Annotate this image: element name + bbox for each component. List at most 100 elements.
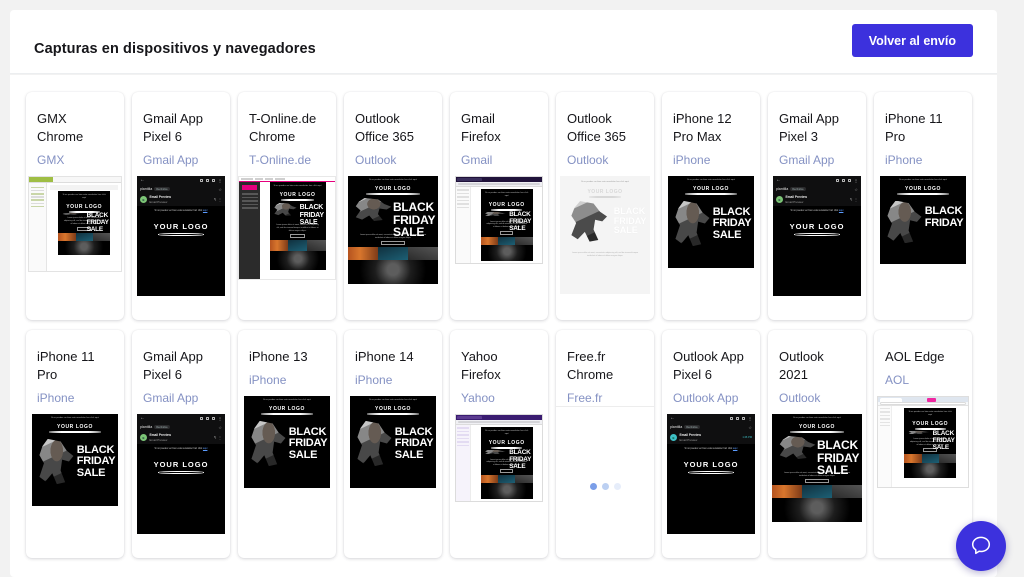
card-client: Outlook <box>355 153 397 167</box>
account-name: plantilla <box>140 187 153 191</box>
card-title: AOL Edge <box>885 349 945 364</box>
screenshot-card[interactable]: iPhone 11 Pro iPhone Si no puedes ver bi… <box>874 92 972 320</box>
screenshot-card[interactable]: Gmail Firefox Gmail Si no puedes ver bie… <box>450 92 548 320</box>
email-preheader: Si no puedes ver bien esta newsletter ha… <box>684 448 738 450</box>
card-title: iPhone 11 Pro <box>37 349 95 382</box>
card-client: Yahoo <box>461 391 495 405</box>
screenshot-card[interactable]: T-Online.de Chrome T-Online.de Si no pue… <box>238 92 336 320</box>
sender-name: Email Preview <box>149 432 171 437</box>
screenshot-thumbnail[interactable]: Si no puedes ver bien esta newsletter ha… <box>874 176 972 320</box>
email-logo: YOUR LOGO <box>153 460 209 469</box>
card-title: iPhone 11 Pro <box>885 111 943 144</box>
blocked-images-note: Si no puedes ver bien esta newsletter ha… <box>581 181 629 183</box>
creative-preheader: Si no puedes ver bien esta newsletter ha… <box>908 411 952 416</box>
message-body: Si no puedes ver bien esta newsletter ha… <box>137 444 225 534</box>
creative-preheader: Si no puedes ver bien esta newsletter ha… <box>793 417 841 419</box>
screenshot-card[interactable]: Outlook App Pixel 6 Outlook App ← ⋮ plan… <box>662 330 760 558</box>
creative-footer-image <box>348 260 438 284</box>
screenshot-card[interactable]: iPhone 11 Pro iPhone Si no puedes ver bi… <box>26 330 124 558</box>
folder-tag: Recibidos <box>154 424 170 430</box>
screenshot-thumbnail[interactable]: ← ⋮ plantilla Recibidos ☆ E Email Previe… <box>132 414 230 558</box>
screenshot-card[interactable]: Gmail App Pixel 6 Gmail App ← ⋮ plantill… <box>132 92 230 320</box>
creative-hero: BLACK FRIDAY SALE <box>32 433 118 506</box>
screenshot-card[interactable]: iPhone 13 iPhone Si no puedes ver bien e… <box>238 330 336 558</box>
screenshot-thumbnail[interactable]: ← ⋮ plantilla Recibidos ☆ E Email Previe… <box>768 176 866 320</box>
screenshot-thumbnail[interactable]: Si no puedes ver bien esta newsletter ha… <box>344 396 442 558</box>
overflow-menu-icon: ⋮ <box>218 416 222 421</box>
screenshot-card[interactable]: AOL Edge AOL Si no puedes ver bien esta … <box>874 330 972 558</box>
screenshot-card[interactable]: Gmail App Pixel 3 Gmail App ← ⋮ plantill… <box>768 92 866 320</box>
screenshot-thumbnail[interactable]: ← ⋮ plantilla Recibidos ☆ E Email Previe… <box>132 176 230 320</box>
creative-headline: BLACK FRIDAY SALE <box>288 425 328 461</box>
screenshot-thumbnail[interactable]: Si no puedes ver bien esta newsletter ha… <box>556 176 654 320</box>
skater-image <box>357 420 392 467</box>
screenshot-thumbnail[interactable]: Si no puedes ver bien esta newsletter ha… <box>768 414 866 558</box>
card-title: Outlook Office 365 <box>567 111 627 144</box>
screenshot-card[interactable]: Yahoo Firefox Yahoo Si no puedes ver bie… <box>450 330 548 558</box>
creative-image-strip <box>772 485 862 499</box>
card-title: iPhone 13 <box>249 349 308 364</box>
loading-spinner <box>556 415 654 558</box>
message-meta: Email Preview Email Preview <box>786 195 807 204</box>
creative-image-strip <box>58 233 111 241</box>
creative-preheader: Si no puedes ver bien esta newsletter ha… <box>369 179 417 181</box>
overflow-menu-icon: ⋮ <box>854 178 858 183</box>
delete-icon <box>206 179 209 182</box>
creative-headline: BLACK FRIDAY SALE <box>932 430 955 451</box>
card-client: Gmail <box>461 153 493 167</box>
screenshot-card[interactable]: iPhone 12 Pro Max iPhone Si no puedes ve… <box>662 92 760 320</box>
mobile-mail-app-screenshot: ← ⋮ plantilla Recibidos ☆ E Email Previe… <box>773 176 861 296</box>
account-name: plantilla <box>670 425 683 429</box>
card-title: iPhone 12 Pro Max <box>673 111 732 144</box>
avatar: E <box>140 196 147 203</box>
screenshot-thumbnail[interactable]: Si no puedes ver bien esta newsletter ha… <box>662 176 760 320</box>
screenshot-card[interactable]: Gmail App Pixel 6 Gmail App ← ⋮ plantill… <box>132 330 230 558</box>
screenshot-thumbnail[interactable]: Si no puedes ver bien esta newsletter ha… <box>344 176 442 320</box>
screenshot-card[interactable]: Free.fr Chrome Free.fr <box>556 330 654 558</box>
message-row: E Email Preview Email Preview ↰ ⋮ <box>137 431 225 444</box>
skater-image <box>355 197 392 221</box>
screenshot-card[interactable]: iPhone 14 iPhone Si no puedes ver bien e… <box>344 330 442 558</box>
screenshot-card[interactable]: Outlook 2021 Outlook Si no puedes ver bi… <box>768 330 866 558</box>
message-actions: ↰ ⋮ <box>213 197 222 202</box>
outlook-images-blocked-screenshot: Si no puedes ver bien esta newsletter ha… <box>560 176 650 294</box>
card-title: iPhone 14 <box>355 349 414 364</box>
creative-headline: BLACK FRIDAY SALE <box>816 437 860 478</box>
creative-headline: BLACK FRIDAY SALE <box>76 443 116 479</box>
back-to-campaign-button[interactable]: Volver al envío <box>851 24 973 57</box>
screenshot-card[interactable]: Outlook Office 365 Outlook Si no puedes … <box>344 92 442 320</box>
screenshot-card[interactable]: Outlook Office 365 Outlook Si no puedes … <box>556 92 654 320</box>
screenshot-thumbnail[interactable]: Si no puedes ver bien esta newsletter ha… <box>238 176 336 320</box>
overflow-menu-icon: ⋮ <box>218 178 222 183</box>
screenshot-card[interactable]: GMX Chrome GMX Si no puedes ver bien est… <box>26 92 124 320</box>
card-title: T-Online.de Chrome <box>249 111 317 144</box>
screenshot-thumbnail[interactable]: Si no puedes ver bien esta newsletter ha… <box>450 176 548 320</box>
screenshot-thumbnail[interactable]: ← ⋮ plantilla Recibidos ☆ E Email Previe… <box>662 414 760 558</box>
skateboard-shape <box>158 232 204 236</box>
mail-icon <box>742 417 745 420</box>
mail-body: Si no puedes ver bien esta newsletter ha… <box>47 183 121 271</box>
message-meta: Email Preview Email Preview <box>680 433 701 442</box>
delete-icon <box>206 417 209 420</box>
creative-hero: BLACK FRIDAY SALE <box>270 201 326 226</box>
account-name: plantilla <box>776 187 789 191</box>
mail-body: Si no puedes ver bien esta newsletter ha… <box>260 182 335 279</box>
screenshot-thumbnail[interactable]: Si no puedes ver bien esta newsletter ha… <box>450 414 548 558</box>
creative-image-strip <box>348 247 438 261</box>
folder-tag: Recibidos <box>684 424 700 430</box>
screenshot-thumbnail[interactable]: Si no puedes ver bien esta newsletter ha… <box>26 414 124 558</box>
chat-support-button[interactable] <box>956 521 1006 571</box>
screenshot-thumbnail[interactable]: Si no puedes ver bien esta newsletter ha… <box>26 176 124 320</box>
creative-logo: YOUR LOGO <box>905 186 941 192</box>
screenshot-thumbnail[interactable]: Si no puedes ver bien esta newsletter ha… <box>874 396 972 558</box>
card-title: Free.fr Chrome <box>567 349 614 382</box>
card-client: Free.fr <box>567 391 603 405</box>
mail-icon <box>212 417 215 420</box>
mail-body: Si no puedes ver bien esta newsletter ha… <box>892 406 968 487</box>
account-row: plantilla Recibidos ☆ <box>137 185 225 193</box>
avatar: E <box>776 196 783 203</box>
screenshot-thumbnail[interactable] <box>556 415 654 558</box>
folder-tag: Recibidos <box>154 186 170 192</box>
creative-image-strip <box>269 240 326 251</box>
screenshot-thumbnail[interactable]: Si no puedes ver bien esta newsletter ha… <box>238 396 336 558</box>
